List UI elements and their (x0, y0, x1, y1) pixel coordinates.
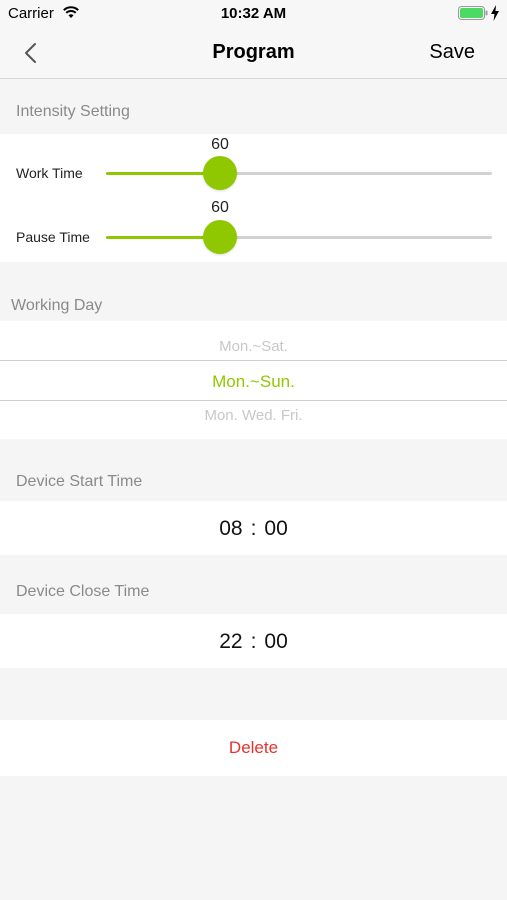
working-day-selected[interactable]: Mon.~Sun. (0, 372, 507, 392)
charging-bolt-icon (491, 5, 499, 21)
close-time-display[interactable]: 22:00 (0, 630, 507, 654)
work-time-value: 60 (211, 136, 229, 153)
working-day-option[interactable]: Mon.~Sat. (0, 338, 507, 355)
device-start-time-header: Device Start Time (16, 473, 143, 490)
working-day-picker[interactable]: Mon.~Sat. Mon.~Sun. Mon. Wed. Fri. (0, 321, 507, 439)
pause-time-value: 60 (211, 199, 229, 216)
pause-time-label: Pause Time (16, 229, 90, 245)
pause-time-slider-thumb[interactable] (203, 220, 237, 254)
work-time-slider-track[interactable] (106, 172, 492, 175)
start-time-panel: 08:00 (0, 501, 507, 555)
close-time-minute[interactable]: 00 (264, 630, 287, 654)
picker-divider (0, 400, 507, 401)
close-time-hour[interactable]: 22 (219, 630, 242, 654)
status-bar: Carrier 10:32 AM (0, 0, 507, 28)
close-time-panel: 22:00 (0, 614, 507, 668)
time-separator: : (250, 517, 257, 540)
work-time-slider-thumb[interactable] (203, 156, 237, 190)
working-day-option[interactable]: Mon. Wed. Fri. (0, 407, 507, 424)
work-time-label: Work Time (16, 165, 83, 181)
status-time: 10:32 AM (220, 5, 287, 22)
save-button[interactable]: Save (429, 41, 475, 64)
battery-icon (458, 6, 488, 20)
start-time-hour[interactable]: 08 (219, 517, 242, 541)
start-time-display[interactable]: 08:00 (0, 517, 507, 541)
working-day-header: Working Day (11, 297, 103, 314)
device-close-time-header: Device Close Time (16, 583, 150, 600)
nav-bar: Program Save (0, 28, 507, 79)
pause-time-slider-track[interactable] (106, 236, 492, 239)
time-separator: : (250, 630, 257, 653)
intensity-setting-header: Intensity Setting (16, 103, 130, 120)
intensity-panel: 60 Work Time 60 Pause Time (0, 134, 507, 262)
picker-divider (0, 360, 507, 361)
start-time-minute[interactable]: 00 (264, 517, 287, 541)
delete-button[interactable]: Delete (0, 738, 507, 758)
